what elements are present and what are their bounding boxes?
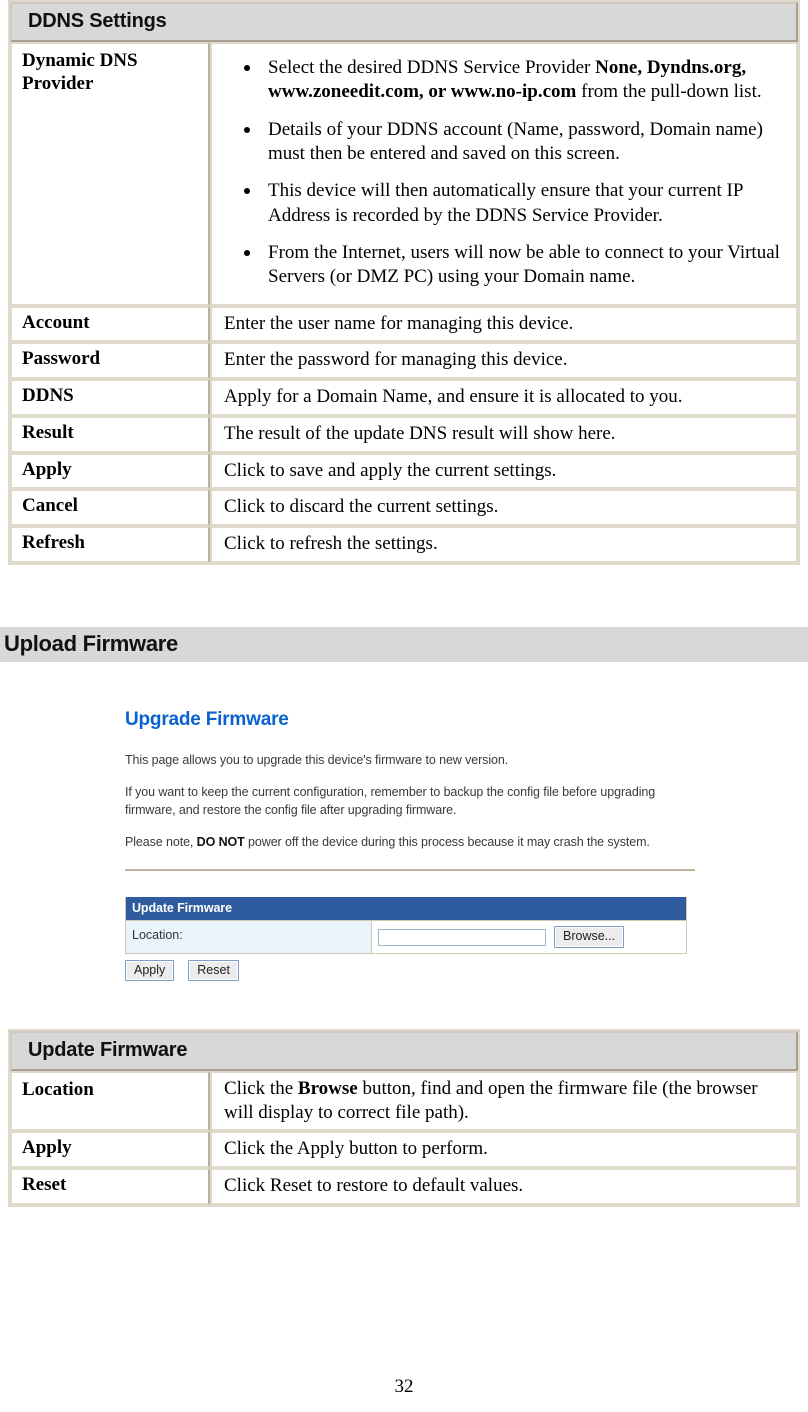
location-label: Location: bbox=[126, 921, 372, 953]
table-row: DDNS Apply for a Domain Name, and ensure… bbox=[10, 379, 798, 416]
table-row: Result The result of the update DNS resu… bbox=[10, 415, 798, 453]
upgrade-firmware-paragraph-1: This page allows you to upgrade this dev… bbox=[125, 752, 509, 767]
row-value-reset: Click Reset to restore to default values… bbox=[210, 1168, 798, 1205]
row-key-apply: Apply bbox=[10, 1131, 210, 1169]
table-header-row: DDNS Settings bbox=[10, 2, 798, 42]
row-value-apply: Click to save and apply the current sett… bbox=[210, 452, 798, 490]
list-item: This device will then automatically ensu… bbox=[244, 179, 788, 228]
horizontal-divider bbox=[125, 869, 695, 872]
row-value-refresh: Click to refresh the settings. bbox=[210, 526, 798, 563]
table-row: Apply Click to save and apply the curren… bbox=[10, 452, 798, 490]
dynamic-dns-provider-bullet-list: Select the desired DDNS Service Provider… bbox=[224, 56, 788, 290]
update-firmware-panel-title: Update Firmware bbox=[126, 897, 686, 921]
row-key-cancel: Cancel bbox=[10, 489, 210, 526]
row-value-location: Click the Browse button, find and open t… bbox=[210, 1070, 798, 1132]
update-firmware-table: Update Firmware Location Click the Brows… bbox=[8, 1028, 800, 1207]
browse-button[interactable]: Browse... bbox=[554, 926, 625, 948]
note-suffix: power off the device during this process… bbox=[244, 835, 650, 850]
note-prefix: Please note, bbox=[125, 835, 197, 850]
row-value-result: The result of the update DNS result will… bbox=[210, 415, 798, 453]
ddns-settings-header: DDNS Settings bbox=[10, 2, 798, 42]
row-value-account: Enter the user name for managing this de… bbox=[210, 305, 798, 343]
table-row: Cancel Click to discard the current sett… bbox=[10, 489, 798, 526]
table-row: Account Enter the user name for managing… bbox=[10, 305, 798, 343]
location-field-area: Browse... bbox=[372, 921, 686, 952]
do-not-emphasis: DO NOT bbox=[196, 835, 245, 850]
page-number: 32 bbox=[394, 1376, 414, 1397]
location-row: Location: Browse... bbox=[126, 920, 686, 953]
embedded-router-ui-screenshot: Upgrade Firmware This page allows you to… bbox=[103, 682, 699, 1007]
panel-action-buttons: Apply Reset bbox=[125, 959, 699, 981]
update-firmware-header: Update Firmware bbox=[10, 1030, 798, 1071]
row-key-password: Password bbox=[10, 342, 210, 379]
table-row: Dynamic DNS Provider Select the desired … bbox=[10, 42, 798, 306]
row-key-reset: Reset bbox=[10, 1168, 210, 1205]
row-key-account: Account bbox=[10, 305, 210, 343]
apply-button[interactable]: Apply bbox=[125, 959, 175, 981]
upgrade-firmware-paragraph-2: If you want to keep the current configur… bbox=[125, 785, 656, 818]
upgrade-firmware-paragraph-3: Please note, DO NOT power off the device… bbox=[125, 833, 667, 851]
table-row: Reset Click Reset to restore to default … bbox=[10, 1168, 798, 1205]
row-value-dynamic-dns-provider: Select the desired DDNS Service Provider… bbox=[210, 42, 798, 306]
document-page: DDNS Settings Dynamic DNS Provider Selec… bbox=[0, 0, 808, 1412]
table-row: Apply Click the Apply button to perform. bbox=[10, 1131, 798, 1169]
ddns-settings-table: DDNS Settings Dynamic DNS Provider Selec… bbox=[8, 0, 800, 565]
list-item: Select the desired DDNS Service Provider… bbox=[244, 56, 788, 105]
row-key-refresh: Refresh bbox=[10, 526, 210, 563]
row-key-ddns: DDNS bbox=[10, 379, 210, 416]
update-firmware-panel: Update Firmware Location: Browse... bbox=[125, 897, 687, 954]
table-row: Refresh Click to refresh the settings. bbox=[10, 526, 798, 563]
reset-button[interactable]: Reset bbox=[188, 959, 239, 981]
section-heading-upload-firmware: Upload Firmware bbox=[0, 626, 808, 662]
row-value-ddns: Apply for a Domain Name, and ensure it i… bbox=[210, 379, 798, 416]
table-header-row: Update Firmware bbox=[10, 1030, 798, 1071]
row-value-password: Enter the password for managing this dev… bbox=[210, 342, 798, 379]
row-key-result: Result bbox=[10, 415, 210, 453]
row-key-apply: Apply bbox=[10, 452, 210, 490]
row-key-location: Location bbox=[10, 1070, 210, 1132]
row-value-apply: Click the Apply button to perform. bbox=[210, 1131, 798, 1169]
row-key-dynamic-dns-provider: Dynamic DNS Provider bbox=[10, 42, 210, 306]
list-item: From the Internet, users will now be abl… bbox=[244, 241, 788, 290]
location-input[interactable] bbox=[378, 928, 546, 946]
table-row: Password Enter the password for managing… bbox=[10, 342, 798, 379]
table-row: Location Click the Browse button, find a… bbox=[10, 1070, 798, 1132]
upgrade-firmware-title: Upgrade Firmware bbox=[125, 708, 289, 730]
list-item: Details of your DDNS account (Name, pass… bbox=[244, 118, 788, 167]
row-value-cancel: Click to discard the current settings. bbox=[210, 489, 798, 526]
